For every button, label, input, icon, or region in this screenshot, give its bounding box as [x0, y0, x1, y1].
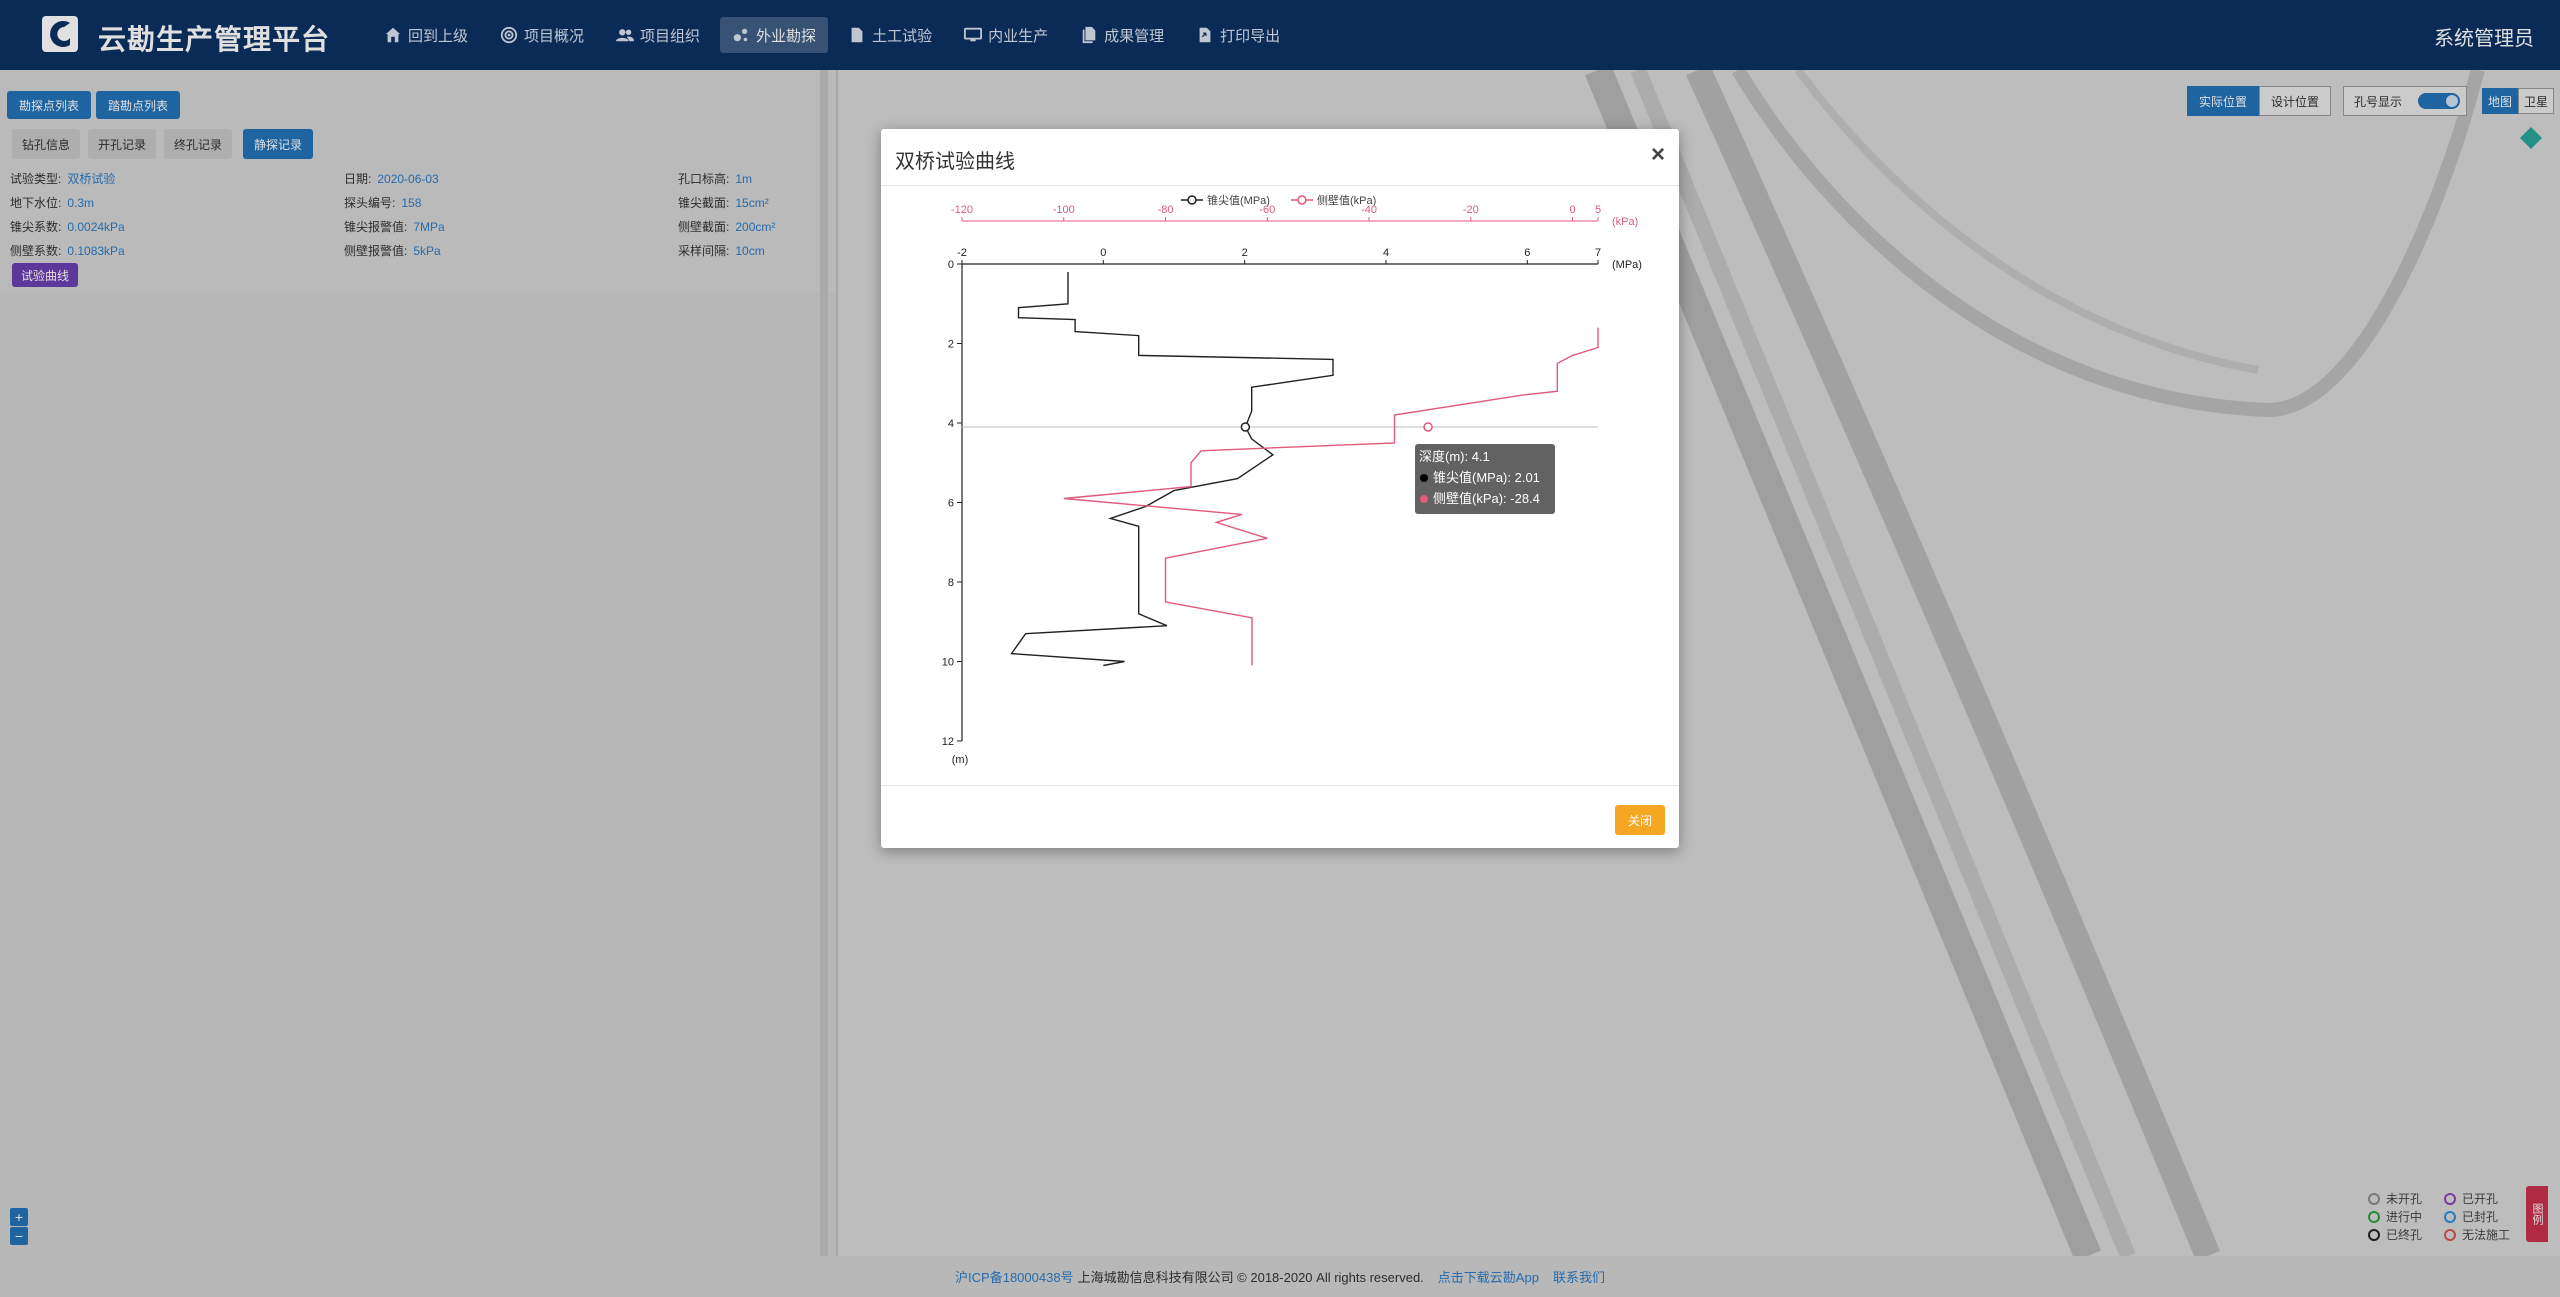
top-axis-tick-label: -120 — [951, 204, 973, 216]
depth-axis-tick-label: 4 — [948, 418, 954, 430]
depth-axis-tick-label: 10 — [942, 657, 954, 669]
depth-axis-tick-label: 12 — [942, 736, 954, 748]
depth-axis-tick-label: 2 — [948, 339, 954, 351]
tooltip-sleeve-value: 侧壁值(kPa): -28.4 — [1433, 491, 1540, 506]
mpa-axis-tick-label: 6 — [1524, 247, 1530, 259]
mpa-axis-unit-label: (MPa) — [1612, 259, 1642, 271]
dialog-header: 双桥试验曲线 × — [881, 129, 1679, 186]
dialog-footer: 关闭 — [881, 785, 1679, 848]
tooltip-cone-value: 锥尖值(MPa): 2.01 — [1433, 470, 1540, 485]
top-axis-tick-label: 5 — [1595, 204, 1601, 216]
mpa-axis-tick-label: 4 — [1383, 247, 1389, 259]
legend-marker-sleeve — [1297, 195, 1307, 205]
top-axis-unit-label: (kPa) — [1612, 216, 1638, 228]
top-axis-tick-label: -60 — [1259, 204, 1275, 216]
dialog-body: 锥尖值(MPa) 侧壁值(kPa) -120 -100 -80 -60 -40 -20 0 5 (k… — [881, 186, 1679, 785]
legend-marker-cone — [1187, 195, 1197, 205]
cone-tip-series-line — [1010, 272, 1334, 667]
close-button[interactable]: 关闭 — [1615, 805, 1665, 835]
cpt-chart[interactable]: 锥尖值(MPa) 侧壁值(kPa)-120 -100 -80 -60 -40 -20 0 5(k… — [881, 186, 1679, 785]
depth-axis-tick-label: 6 — [948, 498, 954, 510]
depth-axis-unit-label: (m) — [952, 754, 969, 766]
mpa-axis-tick-label: 0 — [1100, 247, 1106, 259]
close-icon[interactable]: × — [1651, 141, 1665, 169]
tooltip-cone-dot-icon — [1420, 474, 1428, 482]
cpt-curve-dialog: 双桥试验曲线 × 锥尖值(MPa) 侧壁值(kPa) -120 -100 -80 -60-… — [881, 129, 1679, 848]
mpa-axis-tick-label: 2 — [1242, 247, 1248, 259]
depth-axis-tick-label: 0 — [948, 259, 954, 271]
top-axis-tick-label: -20 — [1463, 204, 1479, 216]
mpa-axis-tick-label: -2 — [957, 247, 967, 259]
top-axis-tick-label: -100 — [1053, 204, 1075, 216]
top-axis-tick-label: 0 — [1569, 204, 1575, 216]
depth-axis-tick-label: 8 — [948, 577, 954, 589]
mpa-axis-tick-label: 7 — [1595, 247, 1601, 259]
tooltip-sleeve-dot-icon — [1420, 495, 1428, 503]
tooltip-title: 深度(m): 4.1 — [1419, 449, 1490, 464]
highlight-point-cone — [1240, 422, 1251, 432]
highlight-point-sleeve — [1423, 422, 1433, 432]
dialog-title: 双桥试验曲线 — [895, 151, 1015, 173]
top-axis-tick-label: -40 — [1361, 204, 1377, 216]
top-axis-tick-label: -80 — [1158, 204, 1174, 216]
